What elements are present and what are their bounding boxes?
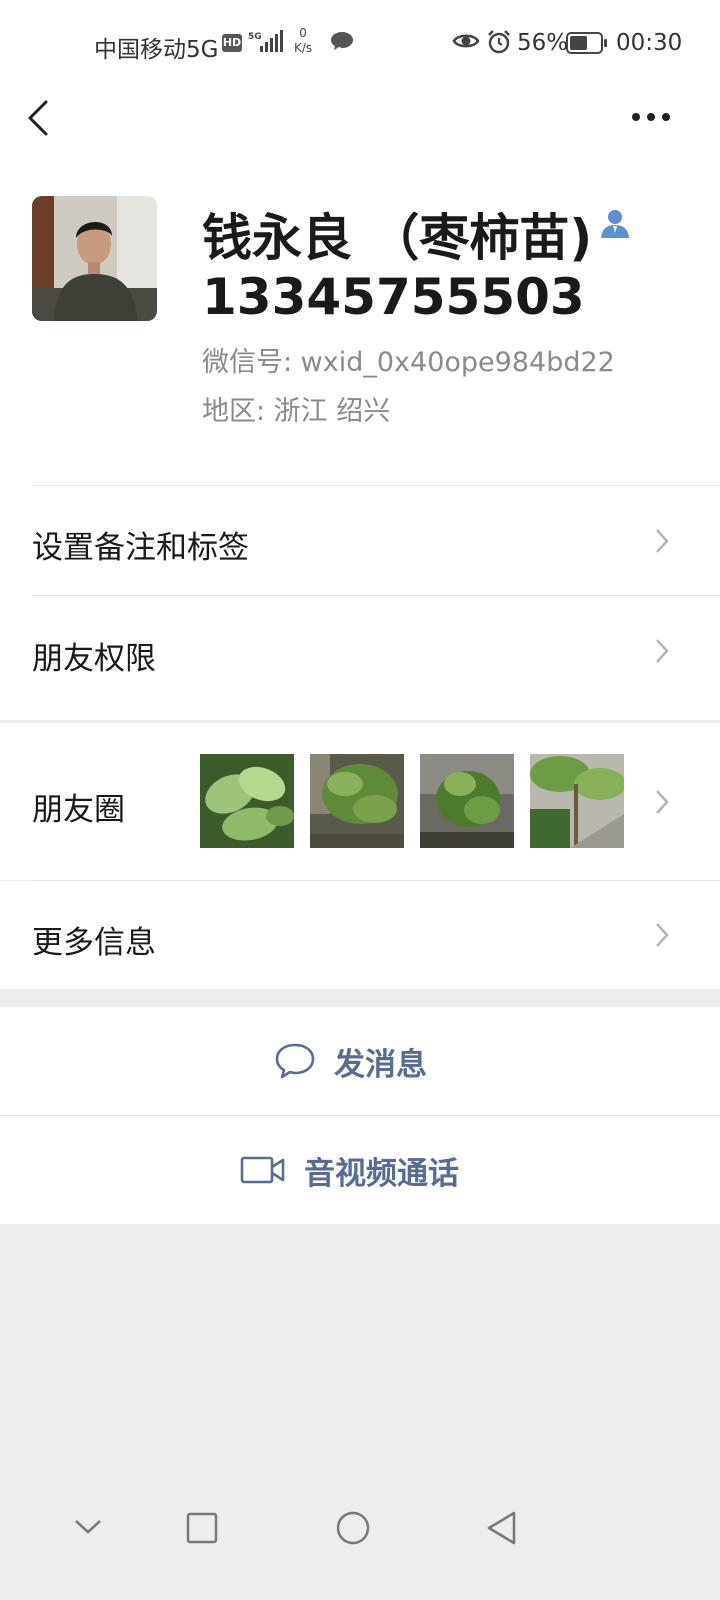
recent-apps-square-icon[interactable]	[186, 1512, 218, 1544]
speed-value: 0	[299, 26, 307, 40]
eye-icon	[452, 30, 480, 58]
chevron-right-icon	[656, 529, 669, 553]
video-call-button[interactable]: 音视频通话	[0, 1116, 720, 1224]
friend-permissions-label: 朋友权限	[32, 641, 156, 677]
more-info-label: 更多信息	[32, 925, 156, 961]
set-remark-label: 设置备注和标签	[32, 530, 249, 566]
more-options-button[interactable]	[628, 104, 674, 130]
home-circle-icon[interactable]	[335, 1510, 371, 1546]
display-name: 钱永良 （枣柿苗)	[202, 209, 593, 267]
carrier-label: 中国移动5G	[94, 37, 219, 63]
battery-percent: 56%	[517, 30, 569, 56]
chat-bubble-icon	[275, 1043, 315, 1079]
set-remark-and-tags-row[interactable]: 设置备注和标签	[0, 486, 720, 595]
back-button[interactable]	[22, 98, 58, 138]
wechat-id: 微信号: wxid_0x40ope984bd22	[202, 347, 615, 378]
moments-photo-thumbnail[interactable]	[310, 754, 404, 848]
region: 地区: 浙江 绍兴	[202, 396, 391, 427]
speed-unit: K/s	[294, 41, 313, 55]
chevron-down-icon[interactable]	[72, 1514, 104, 1538]
message-icon	[330, 30, 354, 58]
system-navigation-bar	[0, 1490, 720, 1570]
video-camera-icon	[240, 1156, 285, 1184]
clock-time: 00:30	[616, 30, 683, 56]
more-dots-icon	[632, 113, 670, 121]
more-info-row[interactable]: 更多信息	[0, 881, 720, 989]
contact-person-icon	[598, 206, 632, 244]
status-bar: 中国移动5G HD 5G 0 K/s 56% 00:30	[0, 0, 720, 88]
moments-photo-thumbnail[interactable]	[200, 754, 294, 848]
send-message-button[interactable]: 发消息	[0, 1007, 720, 1115]
send-message-content: 发消息	[274, 1007, 427, 1115]
battery-icon	[566, 32, 608, 60]
back-chevron-icon	[28, 100, 48, 136]
chevron-right-icon	[656, 639, 669, 663]
signal-icon: 5G	[248, 30, 286, 60]
video-call-content: 音视频通话	[240, 1116, 459, 1224]
video-call-label: 音视频通话	[304, 1155, 459, 1192]
hd-icon: HD	[222, 34, 242, 52]
avatar[interactable]	[32, 196, 157, 321]
network-speed: 0 K/s	[294, 26, 312, 56]
alarm-icon	[486, 29, 512, 61]
chevron-right-icon	[656, 923, 669, 947]
moments-photo-thumbnail[interactable]	[530, 754, 624, 848]
moments-label: 朋友圈	[32, 792, 125, 828]
moments-photo-thumbnail[interactable]	[420, 754, 514, 848]
svg-text:5G: 5G	[248, 32, 262, 42]
send-message-label: 发消息	[334, 1046, 427, 1083]
phone-number: 13345755503	[202, 268, 585, 326]
chevron-right-icon	[656, 790, 669, 814]
friend-permissions-row[interactable]: 朋友权限	[0, 596, 720, 706]
back-triangle-icon[interactable]	[484, 1510, 520, 1546]
